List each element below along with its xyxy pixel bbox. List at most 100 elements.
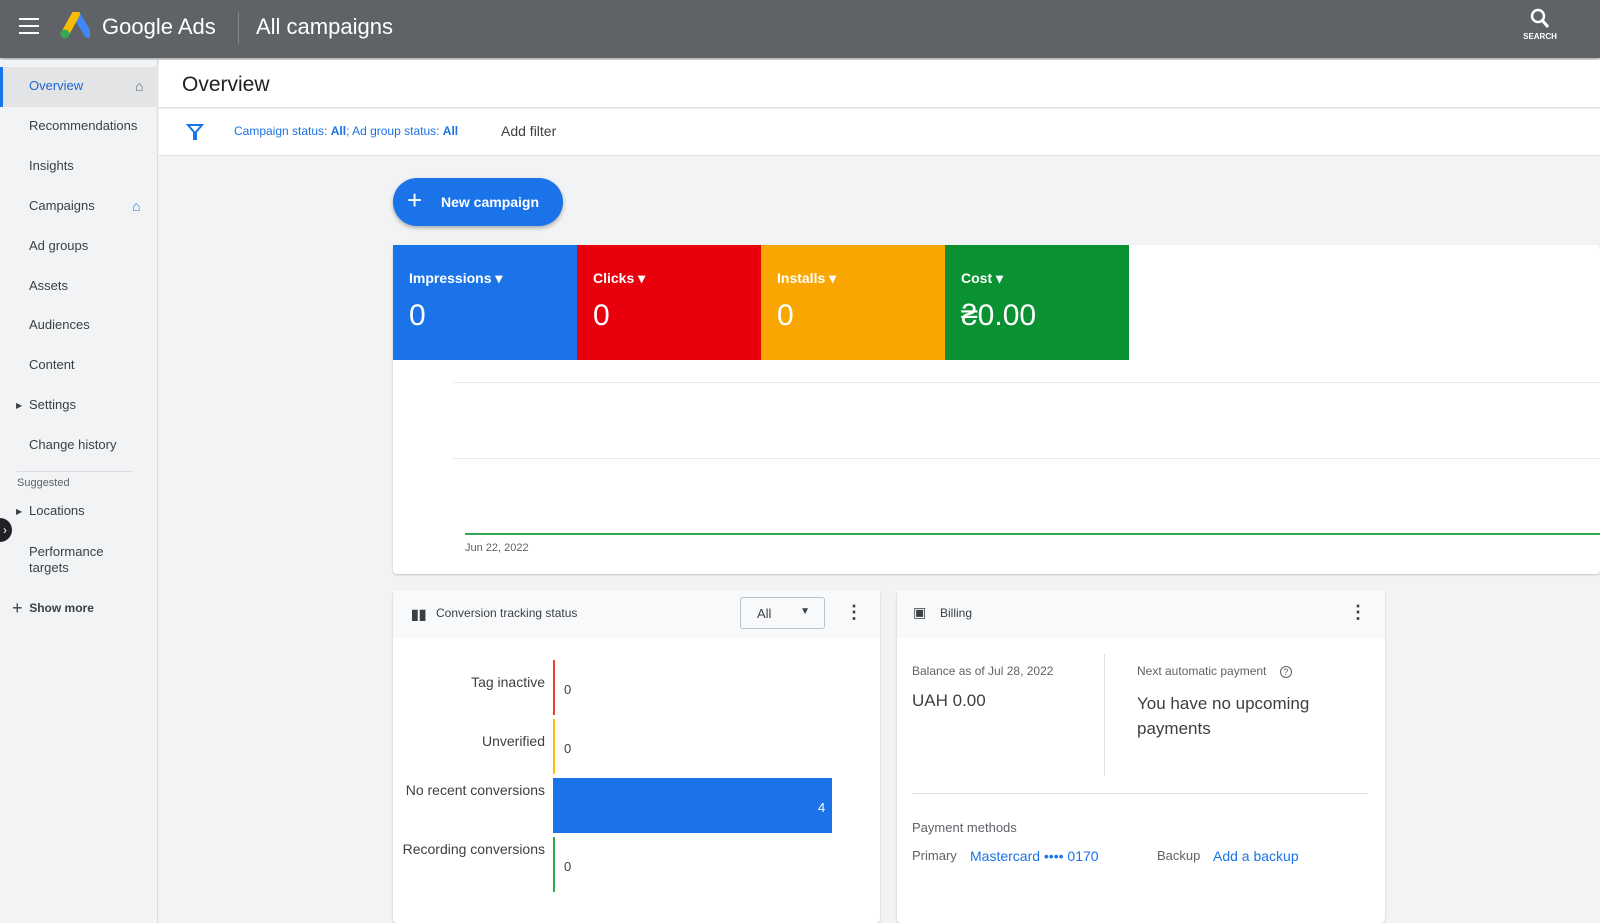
row-label: No recent conversions — [405, 782, 545, 798]
payment-methods-label: Payment methods — [912, 820, 1017, 835]
sidebar-item-label: Audiences — [29, 317, 90, 332]
divider — [1104, 654, 1105, 776]
search-button[interactable]: SEARCH — [1522, 8, 1558, 41]
sidebar-item-content[interactable]: Content — [0, 346, 158, 386]
row-value: 0 — [564, 859, 572, 874]
metric-value: 0 — [593, 299, 610, 332]
app-title[interactable]: All campaigns — [256, 14, 393, 40]
more-options-icon[interactable]: ⋮ — [1349, 602, 1367, 623]
row-label: Recording conversions — [402, 841, 545, 857]
status-bar[interactable] — [553, 837, 555, 892]
row-value: 0 — [564, 741, 572, 756]
row-value: 4 — [818, 800, 826, 815]
status-bar[interactable] — [553, 660, 555, 715]
metric-value: 0 — [777, 299, 794, 332]
show-more-label: Show more — [29, 601, 94, 615]
dropdown-icon: ▾ — [638, 270, 646, 286]
status-filter-dropdown[interactable]: All ▼ — [740, 597, 825, 629]
card-title: Billing — [940, 606, 973, 620]
status-bar[interactable] — [553, 778, 832, 833]
menu-icon[interactable] — [19, 18, 39, 34]
sidebar-item-label: Locations — [29, 503, 85, 518]
billing-icon: ▣ — [913, 604, 927, 620]
filter-value: All — [330, 124, 347, 138]
sidebar-item-recommendations[interactable]: Recommendations — [0, 107, 158, 147]
primary-payment-link[interactable]: Mastercard •••• 0170 — [970, 848, 1099, 864]
home-icon: ⌂ — [135, 78, 144, 94]
sidebar-item-change-history[interactable]: Change history — [0, 426, 158, 466]
row-label: Tag inactive — [471, 674, 545, 690]
active-filter[interactable]: Campaign status: All; Ad group status: A… — [234, 124, 458, 138]
metric-cost[interactable]: Cost ▾ ₴0.00 — [945, 245, 1129, 360]
sidebar-item-label: Change history — [29, 437, 117, 452]
page-header: Overview — [159, 60, 1600, 108]
dropdown-icon: ▾ — [996, 270, 1004, 286]
sidebar-item-ad-groups[interactable]: Ad groups — [0, 227, 158, 267]
add-backup-link[interactable]: Add a backup — [1213, 848, 1299, 864]
sidebar-item-audiences[interactable]: Audiences — [0, 306, 158, 346]
divider — [912, 793, 1368, 794]
metric-installs[interactable]: Installs ▾ 0 — [761, 245, 945, 360]
sidebar-item-assets[interactable]: Assets — [0, 267, 158, 307]
metric-value: ₴0.00 — [961, 299, 1037, 332]
sidebar-item-label: Content — [29, 357, 75, 372]
dropdown-icon: ▼ — [800, 606, 810, 617]
page-title: Overview — [182, 73, 270, 96]
sidebar-item-locations[interactable]: ▶ Locations — [0, 492, 158, 532]
new-campaign-button[interactable]: + New campaign — [393, 178, 563, 226]
metric-impressions[interactable]: Impressions ▾ 0 — [393, 245, 577, 360]
dropdown-value: All — [757, 606, 772, 621]
filter-bar: Campaign status: All; Ad group status: A… — [159, 109, 1600, 156]
sidebar-item-label: Ad groups — [29, 238, 89, 253]
balance-label: Balance as of Jul 28, 2022 — [912, 664, 1054, 678]
caret-right-icon: ▶ — [16, 507, 23, 516]
performance-chart-card: Impressions ▾ 0 Clicks ▾ 0 Installs ▾ 0 Cos… — [393, 245, 1600, 574]
metric-label: Cost — [961, 270, 993, 286]
row-label: Unverified — [481, 733, 545, 749]
caret-right-icon: ▶ — [16, 401, 23, 410]
more-options-icon[interactable]: ⋮ — [845, 602, 863, 623]
chart-line — [465, 533, 1600, 535]
google-ads-logo — [60, 12, 90, 39]
metric-value: 0 — [409, 299, 426, 332]
backup-label: Backup — [1157, 848, 1201, 863]
plus-icon: + — [407, 185, 423, 215]
metric-clicks[interactable]: Clicks ▾ 0 — [577, 245, 761, 360]
top-bar: Google Ads All campaigns SEARCH — [0, 0, 1600, 58]
plus-icon: + — [12, 598, 23, 618]
home-icon: ⌂ — [132, 198, 141, 214]
sidebar-item-insights[interactable]: Insights — [0, 147, 158, 187]
sidebar-item-label: Insights — [29, 158, 74, 173]
brand-name: Google Ads — [102, 14, 216, 39]
dropdown-icon: ▾ — [495, 270, 503, 286]
search-icon — [1530, 8, 1550, 28]
new-campaign-label: New campaign — [441, 194, 540, 210]
add-filter-button[interactable]: Add filter — [501, 123, 556, 139]
gridline — [453, 458, 1600, 459]
x-axis-label: Jun 22, 2022 — [465, 542, 529, 554]
bar-chart-icon: ▮▮ — [411, 606, 427, 622]
suggested-label: Suggested — [17, 477, 70, 489]
sidebar-item-label: Overview — [29, 78, 84, 93]
show-more-button[interactable]: + Show more — [12, 598, 94, 619]
metric-label: Impressions — [409, 270, 492, 286]
sidebar-item-settings[interactable]: ▶ Settings — [0, 386, 158, 426]
gridline — [453, 382, 1600, 383]
sidebar: Overview ⌂ Recommendations Insights Campa… — [0, 60, 158, 923]
sidebar-item-overview[interactable]: Overview ⌂ — [0, 67, 158, 107]
filter-icon[interactable] — [186, 123, 204, 141]
next-payment-value: You have no upcoming payments — [1137, 694, 1310, 738]
help-icon[interactable]: ? — [1279, 666, 1292, 678]
status-bar[interactable] — [553, 719, 555, 774]
sidebar-item-label: Assets — [29, 278, 69, 293]
row-value: 0 — [564, 682, 572, 697]
sidebar-item-label: Recommendations — [29, 118, 138, 133]
divider — [17, 471, 133, 472]
sidebar-item-campaigns[interactable]: Campaigns ⌂ — [0, 187, 158, 227]
conversion-tracking-card: ▮▮ Conversion tracking status All ▼ ⋮ Tag… — [393, 590, 880, 923]
filter-label: ; Ad group status: — [346, 124, 443, 138]
sidebar-item-performance-targets[interactable]: Performance targets — [29, 544, 119, 576]
search-label: SEARCH — [1523, 32, 1557, 41]
dropdown-icon: ▾ — [829, 270, 837, 286]
balance-value: UAH 0.00 — [912, 691, 986, 710]
